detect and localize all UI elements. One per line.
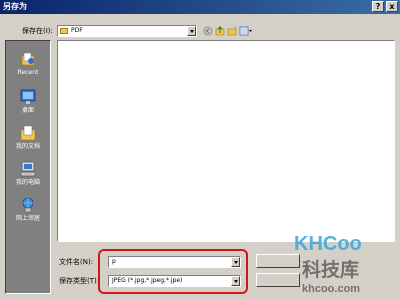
save-in-label: 保存在(I):: [22, 27, 53, 35]
place-label: 桌面: [21, 107, 34, 114]
place-network[interactable]: 网上邻居: [6, 197, 50, 225]
help-button[interactable]: ?: [372, 1, 384, 12]
save-in-dropdown[interactable]: PDF: [57, 25, 197, 37]
save-in-value: PDF: [71, 27, 83, 34]
folder-icon: [60, 28, 68, 34]
place-desktop[interactable]: 桌面: [6, 89, 50, 117]
my-documents-icon: [20, 125, 36, 141]
place-label: Recent: [17, 69, 39, 76]
recent-docs-icon: [21, 52, 35, 66]
place-label: 我的文档: [15, 143, 40, 150]
title-bar[interactable]: 另存为 ? x: [0, 0, 400, 14]
watermark-logo: KHCoo 科技库 khcoo.com: [294, 233, 362, 295]
place-my-documents[interactable]: 我的文档: [6, 125, 50, 153]
view-menu-icon[interactable]: [239, 26, 253, 36]
file-list[interactable]: [57, 40, 395, 242]
back-icon[interactable]: [203, 26, 213, 36]
place-my-computer[interactable]: 我的电脑: [6, 161, 50, 189]
network-places-icon: [22, 197, 34, 213]
watermark: KHCoo 科技库 khcoo.com: [288, 226, 396, 298]
close-button[interactable]: x: [386, 1, 398, 12]
place-label: 网上邻居: [15, 215, 40, 222]
my-computer-icon: [20, 161, 36, 177]
chevron-down-icon[interactable]: [187, 26, 196, 36]
svg-text:科技库: 科技库: [302, 258, 359, 281]
places-bar: Recent 桌面 我的文档 我的电脑 网上邻居: [5, 40, 51, 294]
up-folder-icon[interactable]: [215, 26, 225, 36]
highlight-annotation: [98, 249, 248, 294]
svg-text:khcoo.com: khcoo.com: [302, 283, 360, 295]
filetype-label: 保存类型(T):: [59, 277, 100, 285]
filename-label: 文件名(N):: [59, 258, 94, 266]
svg-text:KHCoo: KHCoo: [294, 233, 362, 255]
desktop-icon: [20, 89, 36, 104]
new-folder-icon[interactable]: [227, 26, 237, 36]
save-as-dialog: 另存为 ? x 保存在(I): PDF Recent 桌面 我的文档 我的电脑 …: [0, 0, 400, 300]
place-recent[interactable]: Recent: [6, 51, 50, 79]
window-title: 另存为: [3, 2, 27, 11]
place-label: 我的电脑: [15, 179, 40, 186]
